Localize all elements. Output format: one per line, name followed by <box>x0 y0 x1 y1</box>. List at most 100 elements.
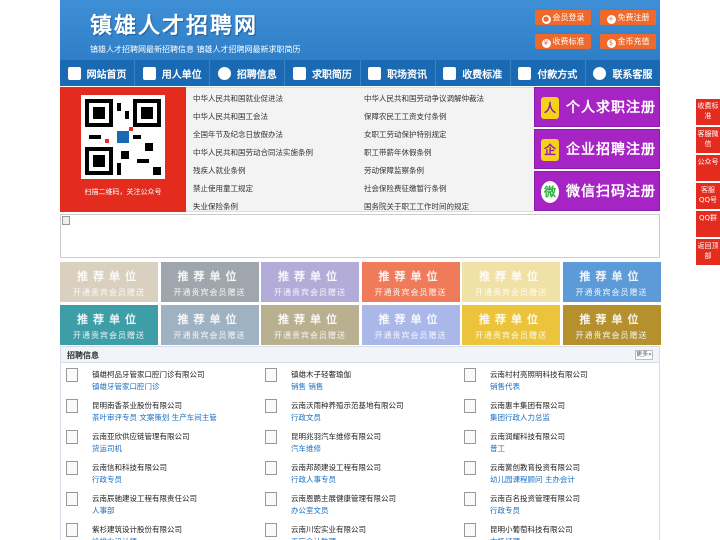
recommend-tile-title: 推荐单位 <box>378 270 443 283</box>
recommend-tile-subtitle: 开通贵宾会员赠送 <box>475 288 547 297</box>
main-nav: 网站首页 用人单位 招聘信息 求职简历 职场资讯 收费标准 付款方式 联系客服 <box>60 60 660 86</box>
position-links[interactable]: 茶叶审评专员 文案策划 生产车间主管 <box>92 412 217 423</box>
job-item: 云南辰驰建设工程有限责任公司 人事部 <box>61 487 257 515</box>
company-link[interactable]: 镇雄柯品牙管家口腔门诊有限公司 <box>92 369 205 380</box>
company-link[interactable]: 云南邦颉建设工程有限公司 <box>291 462 381 473</box>
position-links[interactable]: 行政专员 <box>92 474 122 485</box>
law-link[interactable]: 禁止使用童工规定 <box>193 183 253 194</box>
site-title[interactable]: 镇雄人才招聘网 <box>90 8 258 40</box>
recommend-tile[interactable]: 推荐单位 开通贵宾会员赠送 <box>462 305 560 345</box>
law-link[interactable]: 女职工劳动保护特别规定 <box>364 129 447 140</box>
recommend-tile[interactable]: 推荐单位 开通贵宾会员赠送 <box>361 305 460 345</box>
recommend-tile[interactable]: 推荐单位 开通贵宾会员赠送 <box>562 262 661 302</box>
float-button[interactable]: 客服微信 <box>696 127 720 153</box>
company-link[interactable]: 镇雄木子轻奢瑜伽 <box>291 369 351 380</box>
recommend-tile[interactable]: 推荐单位 开通贵宾会员赠送 <box>562 305 661 345</box>
company-link[interactable]: 云南恩鹏主展健康管理有限公司 <box>291 493 396 504</box>
recommend-tile[interactable]: 推荐单位 开通贵宾会员赠送 <box>160 305 259 345</box>
law-link[interactable]: 社会保险费征缴暂行条例 <box>364 183 447 194</box>
company-link[interactable]: 紫杉建筑设计股份有限公司 <box>92 524 182 535</box>
nav-news[interactable]: 职场资讯 <box>361 60 436 86</box>
law-links-panel: 中华人民共和国就业促进法 中华人民共和国工会法 全国年节及纪念日放假办法 中华人… <box>186 87 534 212</box>
float-button[interactable]: 公众号 <box>696 155 720 181</box>
nav-contact[interactable]: 联系客服 <box>586 60 660 86</box>
position-links[interactable]: 行政文员 <box>291 412 321 423</box>
enterprise-register-button[interactable]: 企 企业招聘注册 <box>534 129 660 169</box>
job-item: 镇雄柯品牙管家口腔门诊有限公司 镇雄牙管家口腔门诊 <box>61 363 257 391</box>
company-link[interactable]: 云南信和科技有限公司 <box>92 462 167 473</box>
law-link[interactable]: 残疾人就业条例 <box>193 165 246 176</box>
float-button[interactable]: QQ群 <box>696 211 720 237</box>
recommend-tile-title: 推荐单位 <box>479 313 543 326</box>
position-links[interactable]: 镇雄牙管家口腔门诊 <box>92 381 160 392</box>
company-link[interactable]: 昆明兆羽汽车维修有限公司 <box>291 431 381 442</box>
phone-icon <box>593 66 607 80</box>
nav-pricing[interactable]: 收费标准 <box>436 60 511 86</box>
float-button[interactable]: 客服QQ号 <box>696 183 720 209</box>
position-links[interactable]: 行政人事专员 <box>291 474 336 485</box>
float-button[interactable]: 收费标准 <box>696 99 720 125</box>
position-links[interactable]: 给排水设计师 <box>92 536 137 540</box>
law-link[interactable]: 全国年节及纪念日放假办法 <box>193 129 283 140</box>
recommend-tile[interactable]: 推荐单位 开通贵宾会员赠送 <box>261 305 359 345</box>
recommend-tile-title: 推荐单位 <box>378 313 443 326</box>
position-links[interactable]: 工厂会计助理 <box>291 536 336 540</box>
nav-payment[interactable]: 付款方式 <box>511 60 586 86</box>
law-link[interactable]: 保障农民工工资支付条例 <box>364 111 447 122</box>
law-link[interactable]: 中华人民共和国就业促进法 <box>193 93 283 104</box>
company-link[interactable]: 云南村村亮照明科技有限公司 <box>490 369 588 380</box>
pricing-button[interactable]: ¥ 收费标准 <box>535 34 591 49</box>
law-link[interactable]: 中华人民共和国工会法 <box>193 111 268 122</box>
recommend-tile[interactable]: 推荐单位 开通贵宾会员赠送 <box>60 262 158 302</box>
law-link[interactable]: 失业保险条例 <box>193 201 238 212</box>
more-link[interactable]: 更多» <box>635 350 653 360</box>
nav-home[interactable]: 网站首页 <box>60 60 136 86</box>
recommend-tile-title: 推荐单位 <box>77 313 141 326</box>
recharge-button[interactable]: $ 金币充值 <box>600 34 656 49</box>
position-links[interactable]: 集团行政人力总监 <box>490 412 550 423</box>
position-links[interactable]: 普工 <box>490 443 505 454</box>
company-link[interactable]: 云南川宏实业有限公司 <box>291 524 366 535</box>
position-links[interactable]: 汽车维修 <box>291 443 321 454</box>
recommend-tile-title: 推荐单位 <box>177 270 242 283</box>
company-link[interactable]: 昆明南香茶业股份有限公司 <box>92 400 182 411</box>
law-link[interactable]: 中华人民共和国劳动合同法实施条例 <box>193 147 313 158</box>
law-link[interactable]: 职工带薪年休假条例 <box>364 147 432 158</box>
recommend-tile[interactable]: 推荐单位 开通贵宾会员赠送 <box>261 262 359 302</box>
law-link[interactable]: 中华人民共和国劳动争议调解仲裁法 <box>364 93 484 104</box>
recommend-tile[interactable]: 推荐单位 开通贵宾会员赠送 <box>160 262 259 302</box>
company-link[interactable]: 云南润耀科技有限公司 <box>490 431 565 442</box>
ad-banner[interactable] <box>60 214 660 258</box>
recommend-tile[interactable]: 推荐单位 开通贵宾会员赠送 <box>60 305 158 345</box>
position-links[interactable]: 办公室文员 <box>291 505 329 516</box>
register-button[interactable]: + 免费注册 <box>600 10 656 25</box>
company-link[interactable]: 昆明小葡萄科技有限公司 <box>490 524 573 535</box>
recommend-tile[interactable]: 推荐单位 开通贵宾会员赠送 <box>361 262 460 302</box>
position-links[interactable]: 销售代表 <box>490 381 520 392</box>
login-button[interactable]: ● 会员登录 <box>535 10 591 25</box>
float-button[interactable]: 返回顶部 <box>696 239 720 265</box>
company-link[interactable]: 云南黉创教育投资有限公司 <box>490 462 580 473</box>
recommend-tile-title: 推荐单位 <box>278 313 342 326</box>
position-links[interactable]: 幼儿园课程顾问 主办会计 <box>490 474 575 485</box>
nav-jobs[interactable]: 招聘信息 <box>210 60 286 86</box>
job-item: 昆明南香茶业股份有限公司 茶叶审评专员 文案策划 生产车间主管 <box>61 394 257 422</box>
position-links[interactable]: 市场经理 <box>490 536 520 540</box>
law-link[interactable]: 国务院关于职工工作时间的规定 <box>364 201 469 212</box>
law-link[interactable]: 劳动保障监察条例 <box>364 165 424 176</box>
position-links[interactable]: 行政专员 <box>490 505 520 516</box>
position-links[interactable]: 销售 销售 <box>291 381 323 392</box>
wechat-register-button[interactable]: 微 微信扫码注册 <box>534 171 660 211</box>
position-links[interactable]: 人事部 <box>92 505 115 516</box>
nav-employers[interactable]: 用人单位 <box>135 60 211 86</box>
company-link[interactable]: 云南惠丰集团有限公司 <box>490 400 565 411</box>
company-link[interactable]: 云南百名投资管理有限公司 <box>490 493 580 504</box>
recommend-tile[interactable]: 推荐单位 开通贵宾会员赠送 <box>462 262 560 302</box>
personal-register-button[interactable]: 人 个人求职注册 <box>534 87 660 127</box>
company-logo-icon <box>265 461 277 475</box>
company-link[interactable]: 云南沃雨种养殖示范基地有限公司 <box>291 400 404 411</box>
company-link[interactable]: 云南辰驰建设工程有限责任公司 <box>92 493 197 504</box>
nav-resumes[interactable]: 求职简历 <box>285 60 361 86</box>
company-link[interactable]: 云南亚欣供应链管理有限公司 <box>92 431 190 442</box>
position-links[interactable]: 货运司机 <box>92 443 122 454</box>
